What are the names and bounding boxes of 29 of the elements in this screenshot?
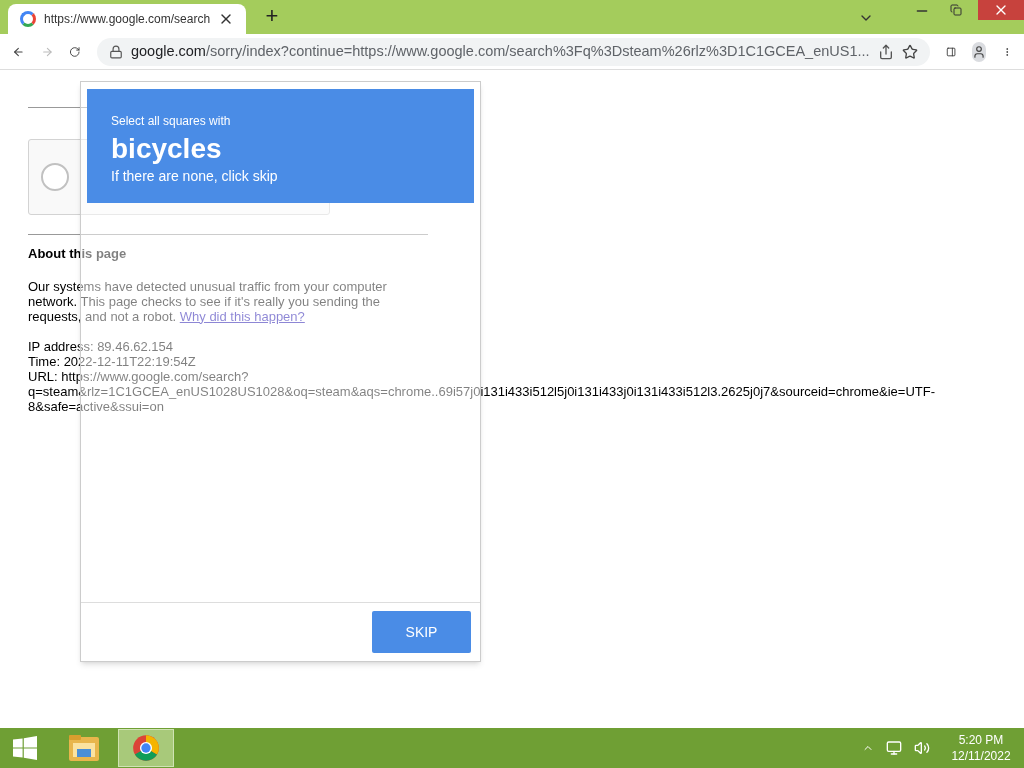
clock-time: 5:20 PM <box>957 732 1005 748</box>
volume-icon[interactable] <box>914 740 930 756</box>
clock-date: 12/11/2022 <box>950 748 1012 764</box>
recaptcha-checkbox[interactable] <box>41 163 69 191</box>
request-info-line: Time: 2022-12-11T22:19:54Z <box>28 353 197 369</box>
taskbar-app[interactable] <box>118 729 174 767</box>
close-window-button[interactable] <box>978 0 1024 20</box>
network-icon[interactable] <box>886 740 902 756</box>
request-info-line: IP address: 89.46.62.154 <box>28 338 175 354</box>
tab-title: https://www.google.com/search <box>44 11 211 28</box>
address-bar[interactable]: google.com/sorry/index?continue=https://www.google.com/search%3Fq%3Dsteam%26rlz%3D1C1GCEA_enUS1... <box>96 37 930 66</box>
challenge-prompt: Select all squares with <box>111 113 232 130</box>
browser-tab[interactable]: https://www.google.com/search <box>8 4 246 34</box>
lock-icon <box>108 44 123 59</box>
profile-avatar[interactable] <box>971 41 986 62</box>
google-icon <box>20 11 36 27</box>
address-text: google.com/sorry/index?continue=https://www.google.com/search%3Fq%3Dsteam%26rlz%3D1C1GCEA_enUS1... <box>130 41 870 61</box>
restore-icon[interactable] <box>950 4 962 16</box>
new-tab-button[interactable]: + <box>258 2 286 30</box>
windows-logo-icon <box>13 736 37 760</box>
challenge-hint: If there are none, click skip <box>111 167 279 186</box>
bookmark-star-icon[interactable] <box>901 43 918 60</box>
share-icon[interactable] <box>877 43 894 60</box>
explanation-paragraph: Our systems have detected unusual traffic from your computer network. This page checks to see if it's really you sending the requests, and not a robot. Why did this happen? <box>28 278 388 324</box>
request-info-line: URL: https://www.google.com/search?q=steam&rlz=1C1GCEA_enUS1028US1028&oq=steam&aqs=chrome..69i57j0i131i433i512l5j0i131i433j0i131i433i512l3.2625j0j7&sourceid=chrome&ie=UTF-8&safe=active&ssui=on <box>28 368 936 414</box>
person-icon <box>971 44 986 59</box>
folder-icon <box>68 734 100 762</box>
chrome-icon <box>132 734 160 762</box>
challenge-target: bicycles <box>111 132 223 166</box>
